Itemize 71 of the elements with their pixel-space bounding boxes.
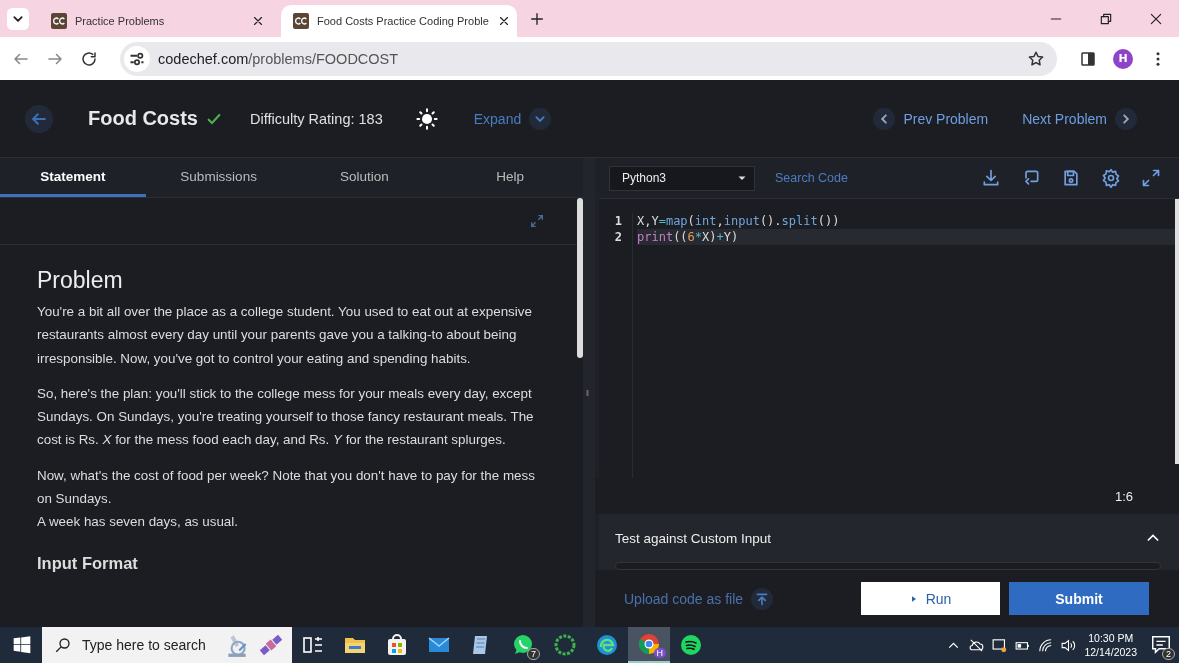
taskbar-search-field[interactable]: Type here to search — [42, 627, 292, 663]
code-line: X,Y=map(int,input().split()) — [637, 214, 840, 228]
site-logo-icon — [293, 13, 309, 29]
theme-sun-icon[interactable] — [415, 107, 438, 130]
tab-title: Food Costs Practice Coding Proble — [317, 15, 489, 27]
restore-icon[interactable] — [1099, 11, 1113, 26]
settings-icon[interactable] — [1101, 168, 1121, 188]
store-icon[interactable] — [385, 633, 409, 657]
search-icon — [54, 636, 72, 654]
scrollbar-thumb[interactable] — [577, 198, 583, 358]
site-logo-icon — [51, 13, 67, 29]
panel-tab[interactable]: Submissions — [145, 158, 292, 197]
chevron-right-icon — [1115, 107, 1137, 130]
prev-problem-button[interactable]: Prev Problem — [867, 106, 995, 131]
profile-avatar[interactable]: H — [1113, 48, 1133, 69]
fullscreen-icon[interactable] — [1141, 168, 1161, 188]
close-icon[interactable] — [251, 14, 265, 28]
satellite-icon — [258, 632, 284, 658]
address-field[interactable]: codechef.com/problems/FOODCOST — [120, 41, 1057, 76]
screen-app-icon[interactable] — [991, 636, 1009, 654]
search-field[interactable]: Type here to search — [80, 636, 216, 654]
panel-tab[interactable]: Statement — [0, 158, 146, 197]
next-problem-button[interactable]: Next Problem — [1016, 106, 1143, 131]
code-line: print((6*X)+Y) — [637, 230, 739, 244]
save-icon[interactable] — [1061, 168, 1081, 188]
reload-icon[interactable] — [80, 49, 98, 68]
tab-list-icon[interactable] — [7, 7, 29, 30]
chevron-down-icon — [529, 107, 552, 130]
search-code-link[interactable]: Search Code — [775, 171, 848, 185]
upload-icon — [751, 587, 774, 610]
panel-title: Test against Custom Input — [615, 530, 772, 546]
browser-tab[interactable]: Practice Problems — [39, 5, 275, 37]
download-icon[interactable] — [981, 168, 1001, 188]
notification-badge: 7 — [527, 648, 540, 660]
submit-button[interactable]: Submit — [1009, 582, 1149, 615]
line-number: 2 — [614, 229, 622, 245]
new-tab-icon[interactable] — [529, 10, 545, 27]
edge-browser-icon[interactable] — [595, 633, 619, 657]
music-app-icon[interactable] — [679, 633, 703, 657]
difficulty-rating: Difficulty Rating: 183 — [250, 110, 383, 127]
url-text: codechef.com/problems/FOODCOST — [158, 50, 399, 67]
chrome-browser-icon[interactable] — [637, 632, 661, 656]
ring-app-icon[interactable] — [553, 633, 577, 657]
line-number: 1 — [614, 213, 622, 229]
chevron-left-icon — [873, 107, 896, 130]
paragraph: Now, what's the cost of food per week? Note that you don't have to pay for the mess on Sundays. A week has seven days, as usual. — [37, 466, 536, 532]
paragraph: So, here's the plan: you'll stick to the college mess for your meals every day, except Sundays. On Sundays, you're treating yourself to those fancy restaurant meals. The cost is Rs. X for the mess food each day, and Rs. Y for the restaurant splurges. — [37, 384, 535, 450]
expand-icon[interactable] — [529, 213, 545, 229]
expand-button[interactable]: Expand — [467, 106, 558, 131]
language-dropdown[interactable]: Python3 — [609, 165, 755, 191]
windows-start-icon[interactable] — [12, 635, 32, 655]
section-heading: Problem — [37, 267, 124, 294]
clock[interactable]: 10:30 PM 12/14/2023 — [1084, 631, 1137, 659]
panel-tab[interactable]: Help — [437, 158, 583, 197]
site-settings-icon[interactable] — [124, 45, 150, 72]
notification-center-icon[interactable] — [1150, 634, 1172, 656]
notification-badge: H — [653, 648, 666, 658]
paragraph: You're a bit all over the place as a college student. You used to eat out at expensive restaurants almost every day until your parents gave you a talking-to about being irresponsible. Now, you've got to control your eating and spending habits. — [37, 303, 533, 368]
cursor-position: 1:6 — [1114, 488, 1133, 504]
notification-badge: 2 — [1162, 648, 1175, 660]
browser-tab[interactable]: Food Costs Practice Coding Proble — [281, 5, 517, 37]
panel-tab[interactable]: Solution — [291, 158, 438, 197]
bookmark-star-icon[interactable] — [1027, 49, 1045, 68]
tab-title: Practice Problems — [75, 15, 166, 27]
custom-input-field[interactable] — [615, 562, 1161, 570]
chat-app-icon[interactable] — [511, 633, 535, 657]
close-icon[interactable] — [1149, 11, 1163, 26]
side-panel-icon[interactable] — [1079, 49, 1097, 68]
run-button[interactable]: Run — [861, 582, 1000, 615]
section-heading: Input Format — [37, 553, 139, 573]
problem-title: Food Costs — [88, 107, 198, 130]
